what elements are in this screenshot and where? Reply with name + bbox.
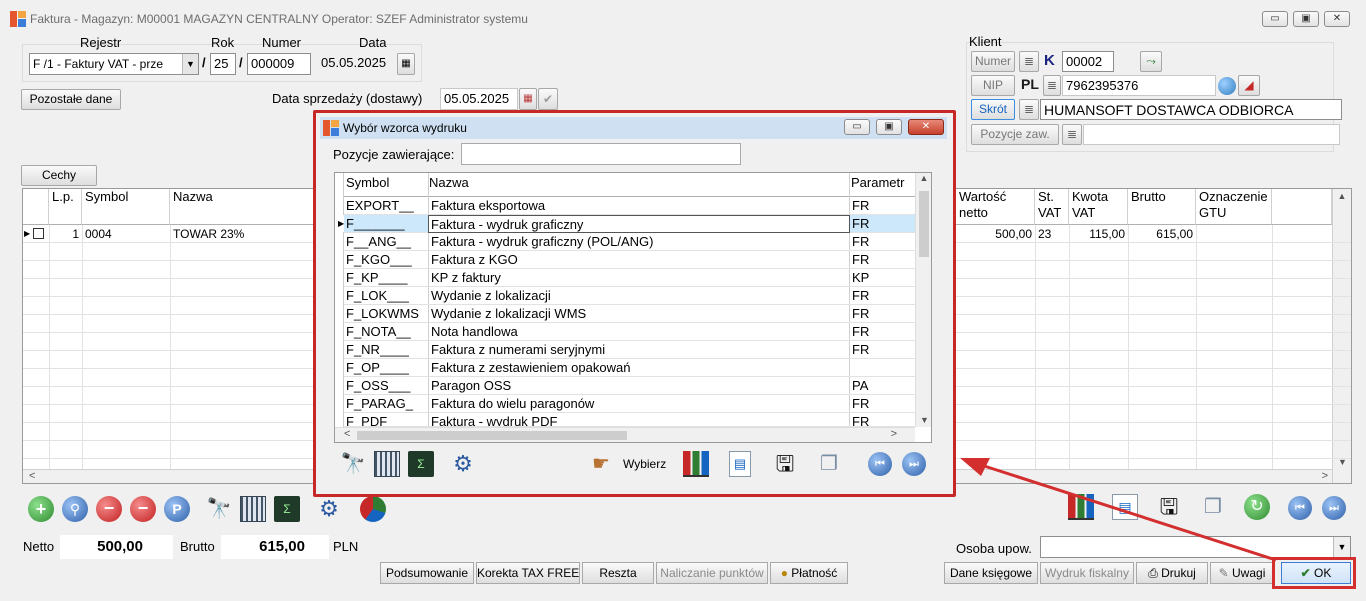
template-symbol: F_______: [346, 216, 405, 231]
dialog-sum-icon[interactable]: Σ: [408, 451, 434, 477]
filter-input[interactable]: [461, 143, 741, 165]
dialog-minimize-button[interactable]: ▭: [844, 119, 870, 135]
template-nazwa: Paragon OSS: [431, 378, 512, 393]
template-symbol: F_PARAG_: [346, 396, 413, 411]
row-pointer-icon: ▶: [336, 215, 344, 232]
scroll-thumb[interactable]: [919, 191, 929, 257]
dialog-bar-chart-icon[interactable]: [683, 451, 709, 477]
scroll-thumb[interactable]: [357, 431, 627, 440]
dialog-binoculars-icon[interactable]: 🔭: [340, 451, 366, 477]
template-row[interactable]: F_NOTA__ Nota handlowa FR: [344, 323, 915, 341]
dialog-first-icon[interactable]: ⏮: [868, 452, 892, 476]
template-row-selected[interactable]: ▶ F_______ Faktura - wydruk graficzny FR: [336, 215, 915, 233]
dialog-last-icon[interactable]: ⏭: [902, 452, 926, 476]
template-nazwa: Faktura z numerami seryjnymi: [431, 342, 606, 357]
template-nazwa: Faktura eksportowa: [431, 198, 546, 213]
template-param: PA: [852, 378, 869, 393]
arrow-head: [960, 458, 990, 476]
template-row[interactable]: F_LOK___ Wydanie z lokalizacji FR: [344, 287, 915, 305]
template-row[interactable]: F_OSS___ Paragon OSS PA: [344, 377, 915, 395]
template-param: FR: [852, 306, 870, 321]
scroll-down-icon[interactable]: ▼: [916, 415, 931, 425]
dialog-stack-icon[interactable]: ❐: [816, 451, 842, 477]
template-grid[interactable]: Symbol Nazwa Parametr EXPORT__ Faktura ek…: [334, 172, 932, 443]
dialog-document-icon[interactable]: ▤: [729, 451, 751, 477]
template-row[interactable]: F_PARAG_ Faktura do wielu paragonów FR: [344, 395, 915, 413]
template-symbol: F_NOTA__: [346, 324, 411, 339]
wybierz-button[interactable]: ☛ Wybierz: [592, 451, 672, 477]
template-vertical-scrollbar[interactable]: ▲ ▼: [915, 173, 931, 427]
template-grid-header: Symbol Nazwa Parametr: [344, 173, 915, 197]
template-nazwa: Faktura do wielu paragonów: [431, 396, 595, 411]
template-symbol: F_OSS___: [346, 378, 411, 393]
template-symbol: EXPORT__: [346, 198, 414, 213]
template-symbol: F_KGO___: [346, 252, 412, 267]
template-row[interactable]: EXPORT__ Faktura eksportowa FR: [344, 197, 915, 215]
header-parametr[interactable]: Parametr: [851, 175, 904, 190]
dialog-maximize-button[interactable]: ▣: [876, 119, 902, 135]
row-selector-column: [335, 173, 344, 442]
filter-label: Pozycje zawierające:: [333, 147, 455, 162]
template-symbol: F_OP____: [346, 360, 409, 375]
dialog-logo-icon: [323, 120, 339, 136]
header-nazwa[interactable]: Nazwa: [429, 175, 469, 190]
template-param: FR: [852, 198, 870, 213]
dialog-gears-icon[interactable]: ⚙: [450, 451, 476, 477]
template-row[interactable]: F__ANG__ Faktura - wydruk graficzny (POL/…: [344, 233, 915, 251]
dialog-titlebar: Wybór wzorca wydruku ▭ ▣ ✕: [320, 117, 947, 139]
template-param: FR: [852, 324, 870, 339]
template-row[interactable]: F_OP____ Faktura z zestawieniem opakowań: [344, 359, 915, 377]
pointing-hand-icon: ☛: [592, 453, 610, 475]
template-param: FR: [852, 342, 870, 357]
template-nazwa: Faktura - wydruk graficzny: [428, 215, 850, 233]
template-nazwa: Faktura z KGO: [431, 252, 518, 267]
template-nazwa: Faktura - wydruk graficzny (POL/ANG): [431, 234, 654, 249]
template-param: FR: [852, 288, 870, 303]
template-row[interactable]: F_PDF___ Faktura - wydruk PDF FR: [344, 413, 915, 427]
scroll-up-icon[interactable]: ▲: [916, 173, 931, 183]
template-nazwa: Nota handlowa: [431, 324, 518, 339]
template-row[interactable]: F_KGO___ Faktura z KGO FR: [344, 251, 915, 269]
dialog-title: Wybór wzorca wydruku: [343, 121, 467, 135]
dialog-close-button[interactable]: ✕: [908, 119, 944, 135]
template-param: KP: [852, 270, 870, 285]
arrow-line: [977, 462, 1277, 562]
template-symbol: F_KP____: [346, 270, 408, 285]
template-symbol: F_PDF___: [346, 414, 409, 427]
template-nazwa: Faktura z zestawieniem opakowań: [431, 360, 631, 375]
scroll-right-icon[interactable]: >: [891, 428, 897, 440]
template-row[interactable]: F_NR____ Faktura z numerami seryjnymi FR: [344, 341, 915, 359]
template-row[interactable]: F_KP____ KP z faktury KP: [344, 269, 915, 287]
template-horizontal-scrollbar[interactable]: < >: [335, 427, 915, 442]
header-symbol[interactable]: Symbol: [346, 175, 389, 190]
template-nazwa: KP z faktury: [431, 270, 501, 285]
wybierz-label: Wybierz: [623, 457, 667, 471]
template-param: FR: [852, 252, 870, 267]
scroll-left-icon[interactable]: <: [344, 428, 350, 440]
template-symbol: F__ANG__: [346, 234, 412, 249]
template-param: FR: [852, 234, 870, 249]
template-symbol: F_LOK___: [346, 288, 409, 303]
template-nazwa: Wydanie z lokalizacji WMS: [431, 306, 587, 321]
dialog-filter-grid-icon[interactable]: [374, 451, 400, 477]
template-symbol: F_LOKWMS: [346, 306, 419, 321]
template-nazwa: Wydanie z lokalizacji: [431, 288, 551, 303]
template-param: FR: [852, 414, 870, 427]
template-nazwa: Faktura - wydruk PDF: [431, 414, 558, 427]
template-symbol: F_NR____: [346, 342, 409, 357]
template-param: FR: [852, 396, 870, 411]
dialog-save-icon[interactable]: 🖫: [772, 451, 798, 477]
template-param: FR: [852, 216, 870, 231]
template-row[interactable]: F_LOKWMS Wydanie z lokalizacji WMS FR: [344, 305, 915, 323]
